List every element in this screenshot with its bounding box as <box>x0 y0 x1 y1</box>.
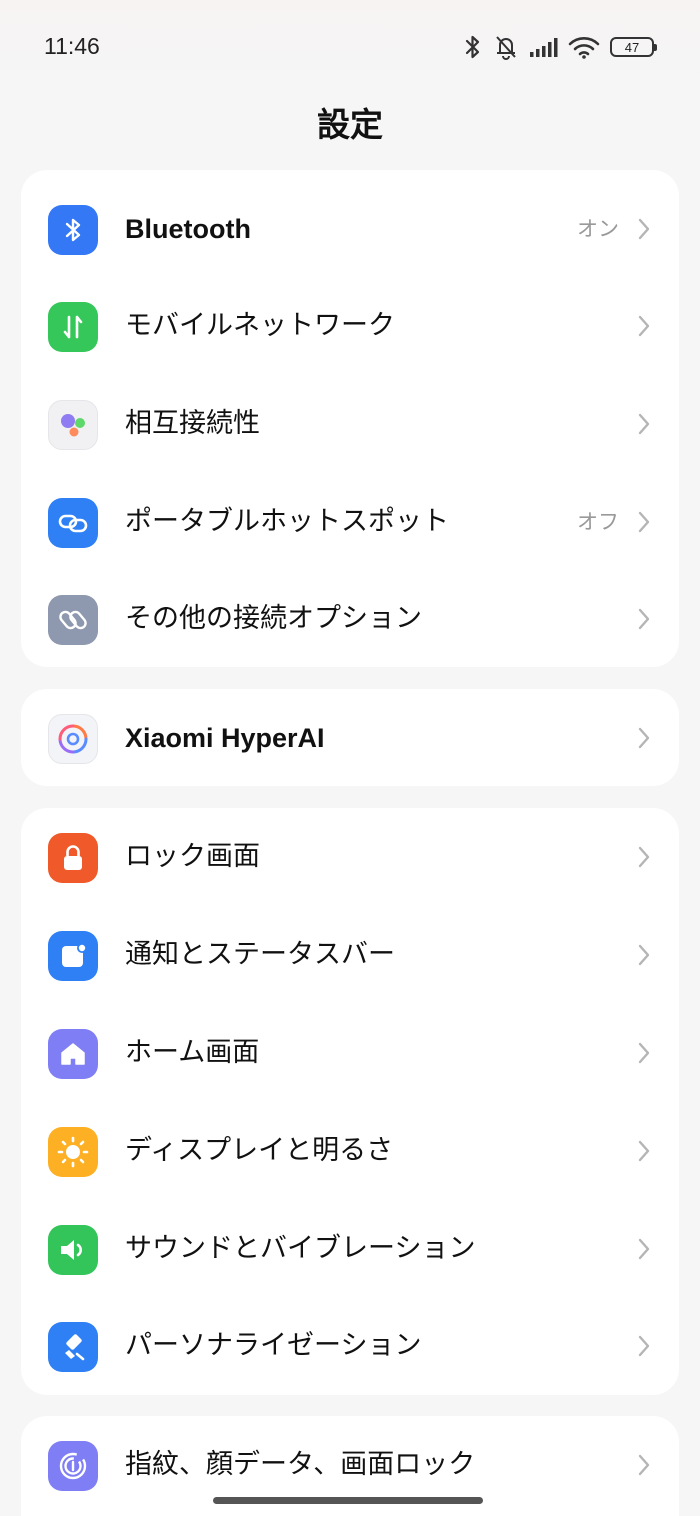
notification-icon <box>48 931 98 981</box>
settings-item-bluetooth[interactable]: Bluetooth オン <box>21 180 679 278</box>
brush-icon <box>48 1322 98 1372</box>
settings-item-label: サウンドとバイブレーション <box>125 1233 476 1264</box>
hotspot-icon <box>48 498 98 548</box>
settings-screen: 11:46 47 設定 Bluetooth オン モバイルネットワーク 相互接続… <box>0 0 700 1516</box>
chevron-right-icon <box>638 1140 650 1162</box>
settings-item-label: ロック画面 <box>125 841 260 872</box>
status-bar: 11:46 47 <box>0 0 700 90</box>
settings-item-label: ポータブルホットスポット <box>125 506 449 537</box>
status-time: 11:46 <box>44 33 100 59</box>
lock-icon <box>48 833 98 883</box>
chevron-right-icon <box>638 413 650 435</box>
settings-item-value: オン <box>577 217 619 241</box>
settings-group-ai: Xiaomi HyperAI <box>21 689 679 786</box>
settings-item-label: 相互接続性 <box>125 408 260 439</box>
page-title: 設定 <box>317 105 383 144</box>
settings-group-display: ロック画面 通知とステータスバー ホーム画面 ディスプレイと明るさ サウンドとバ… <box>21 808 679 1395</box>
settings-item-label: Bluetooth <box>125 214 251 244</box>
chevron-right-icon <box>638 944 650 966</box>
settings-item-lock-screen[interactable]: ロック画面 <box>21 808 679 906</box>
muted-bell-icon <box>492 34 520 60</box>
chevron-right-icon <box>638 846 650 868</box>
chevron-right-icon <box>638 1238 650 1260</box>
settings-item-display-brightness[interactable]: ディスプレイと明るさ <box>21 1102 679 1200</box>
mobile-data-icon <box>48 302 98 352</box>
settings-item-sound-vibration[interactable]: サウンドとバイブレーション <box>21 1200 679 1298</box>
settings-item-label: モバイルネットワーク <box>125 310 395 341</box>
fingerprint-icon <box>48 1441 98 1491</box>
settings-item-xiaomi-hyperai[interactable]: Xiaomi HyperAI <box>21 689 679 787</box>
home-icon <box>48 1029 98 1079</box>
chevron-right-icon <box>638 727 650 749</box>
settings-item-label: ディスプレイと明るさ <box>125 1135 394 1166</box>
link-icon <box>48 595 98 645</box>
brightness-icon <box>48 1127 98 1177</box>
chevron-right-icon <box>638 1454 650 1476</box>
settings-item-portable-hotspot[interactable]: ポータブルホットスポット オフ <box>21 473 679 571</box>
hyperai-icon <box>48 714 98 764</box>
settings-item-interconnectivity[interactable]: 相互接続性 <box>21 375 679 473</box>
settings-item-label: ホーム画面 <box>125 1037 260 1068</box>
settings-item-label: パーソナライゼーション <box>125 1330 422 1361</box>
chevron-right-icon <box>638 1335 650 1357</box>
settings-group-connectivity: Bluetooth オン モバイルネットワーク 相互接続性 ポータブルホットスポ… <box>21 170 679 667</box>
interconnectivity-icon <box>48 400 98 450</box>
speaker-icon <box>48 1225 98 1275</box>
battery-icon: 47 <box>610 37 657 57</box>
chevron-right-icon <box>638 608 650 630</box>
wifi-icon <box>568 35 600 59</box>
settings-item-mobile-network[interactable]: モバイルネットワーク <box>21 277 679 375</box>
chevron-right-icon <box>638 218 650 240</box>
bluetooth-icon <box>464 34 482 60</box>
bluetooth-icon <box>48 205 98 255</box>
home-indicator[interactable] <box>213 1497 483 1504</box>
status-icons: 47 <box>464 32 657 62</box>
settings-item-label: その他の接続オプション <box>125 603 422 634</box>
chevron-right-icon <box>638 511 650 533</box>
signal-icon <box>530 37 558 57</box>
chevron-right-icon <box>638 1042 650 1064</box>
settings-item-label: Xiaomi HyperAI <box>125 723 325 753</box>
settings-item-notifications-status-bar[interactable]: 通知とステータスバー <box>21 906 679 1004</box>
settings-item-label: 通知とステータスバー <box>125 939 395 970</box>
settings-item-more-connection-options[interactable]: その他の接続オプション <box>21 570 679 668</box>
settings-item-value: オフ <box>577 510 619 534</box>
chevron-right-icon <box>638 315 650 337</box>
settings-item-home-screen[interactable]: ホーム画面 <box>21 1004 679 1102</box>
settings-item-personalization[interactable]: パーソナライゼーション <box>21 1297 679 1395</box>
